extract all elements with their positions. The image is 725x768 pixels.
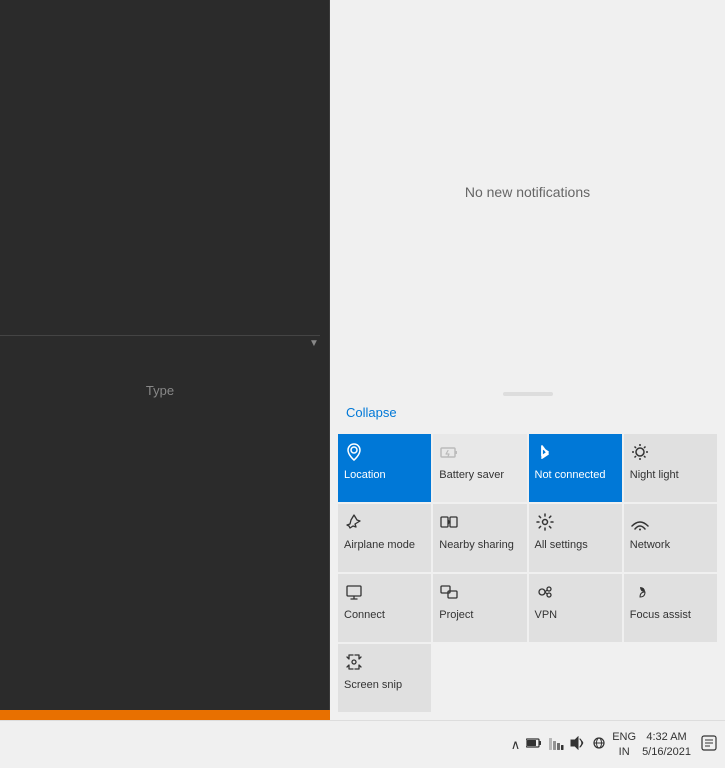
tile-network-label: Network: [630, 539, 670, 552]
night-light-icon: [630, 442, 650, 465]
tile-screen-snip[interactable]: Screen snip: [338, 644, 431, 712]
tile-location[interactable]: Location: [338, 434, 431, 502]
tile-all-settings-label: All settings: [535, 539, 588, 552]
tile-airplane-label: Airplane mode: [344, 539, 415, 552]
no-notifications-text: No new notifications: [465, 184, 590, 200]
vpn-icon: [535, 582, 555, 605]
battery-saver-icon: [439, 442, 459, 465]
lang-region: IN: [612, 745, 636, 759]
taskbar-action-center[interactable]: [701, 735, 717, 754]
tile-network[interactable]: Network: [624, 504, 717, 572]
type-label: Type: [0, 383, 320, 398]
divider-line: [503, 392, 553, 396]
orange-accent-bar: [0, 710, 330, 720]
taskbar: ∧: [0, 720, 725, 768]
taskbar-chevron[interactable]: ∧: [511, 737, 521, 753]
tile-connect[interactable]: Connect: [338, 574, 431, 642]
tile-night-light[interactable]: Night light: [624, 434, 717, 502]
tile-nearby-sharing-label: Nearby sharing: [439, 539, 514, 552]
empty-tile-2: [529, 644, 622, 712]
focus-assist-icon: [630, 582, 650, 605]
quick-actions-grid: Location Battery saver: [338, 434, 717, 712]
bluetooth-icon: [535, 442, 555, 465]
panel-divider: [0, 335, 320, 336]
taskbar-battery[interactable]: [526, 737, 542, 752]
screen-snip-icon: [344, 652, 364, 675]
tile-location-label: Location: [344, 469, 386, 482]
left-panel: ▼ Type: [0, 0, 330, 720]
right-panel: No new notifications Collapse Location: [330, 0, 725, 720]
tile-nearby-sharing[interactable]: Nearby sharing: [433, 504, 526, 572]
lang-code: ENG: [612, 730, 636, 744]
taskbar-input[interactable]: [592, 736, 606, 753]
collapse-bar: [330, 384, 725, 404]
tile-vpn-label: VPN: [535, 609, 558, 622]
airplane-icon: [344, 512, 364, 535]
taskbar-volume[interactable]: [570, 736, 586, 753]
collapse-link[interactable]: Collapse: [346, 405, 397, 420]
taskbar-time-value: 4:32 AM: [642, 730, 691, 744]
tile-all-settings[interactable]: All settings: [529, 504, 622, 572]
network-icon: [630, 512, 650, 535]
tile-connect-label: Connect: [344, 609, 385, 622]
location-icon: [344, 442, 364, 465]
tile-not-connected[interactable]: Not connected: [529, 434, 622, 502]
tile-focus-assist[interactable]: Focus assist: [624, 574, 717, 642]
settings-icon: [535, 512, 555, 535]
taskbar-language[interactable]: ENG IN: [612, 730, 636, 759]
tile-screen-snip-label: Screen snip: [344, 679, 402, 692]
tile-project-label: Project: [439, 609, 473, 622]
taskbar-date-value: 5/16/2021: [642, 745, 691, 759]
tile-night-light-label: Night light: [630, 469, 679, 482]
quick-actions-panel: Location Battery saver: [330, 430, 725, 720]
taskbar-network[interactable]: [548, 736, 564, 753]
empty-tile: [433, 644, 526, 712]
taskbar-clock[interactable]: 4:32 AM 5/16/2021: [642, 730, 691, 759]
scroll-indicator: ▼: [309, 338, 321, 350]
empty-tile-3: [624, 644, 717, 712]
notification-area: No new notifications: [330, 0, 725, 384]
tile-project[interactable]: Project: [433, 574, 526, 642]
tile-battery-saver[interactable]: Battery saver: [433, 434, 526, 502]
tile-airplane-mode[interactable]: Airplane mode: [338, 504, 431, 572]
project-icon: [439, 582, 459, 605]
taskbar-right: ∧: [511, 730, 717, 759]
connect-icon: [344, 582, 364, 605]
tile-not-connected-label: Not connected: [535, 469, 606, 482]
nearby-sharing-icon: [439, 512, 459, 535]
tile-vpn[interactable]: VPN: [529, 574, 622, 642]
tile-battery-saver-label: Battery saver: [439, 469, 504, 482]
tile-focus-assist-label: Focus assist: [630, 609, 691, 622]
